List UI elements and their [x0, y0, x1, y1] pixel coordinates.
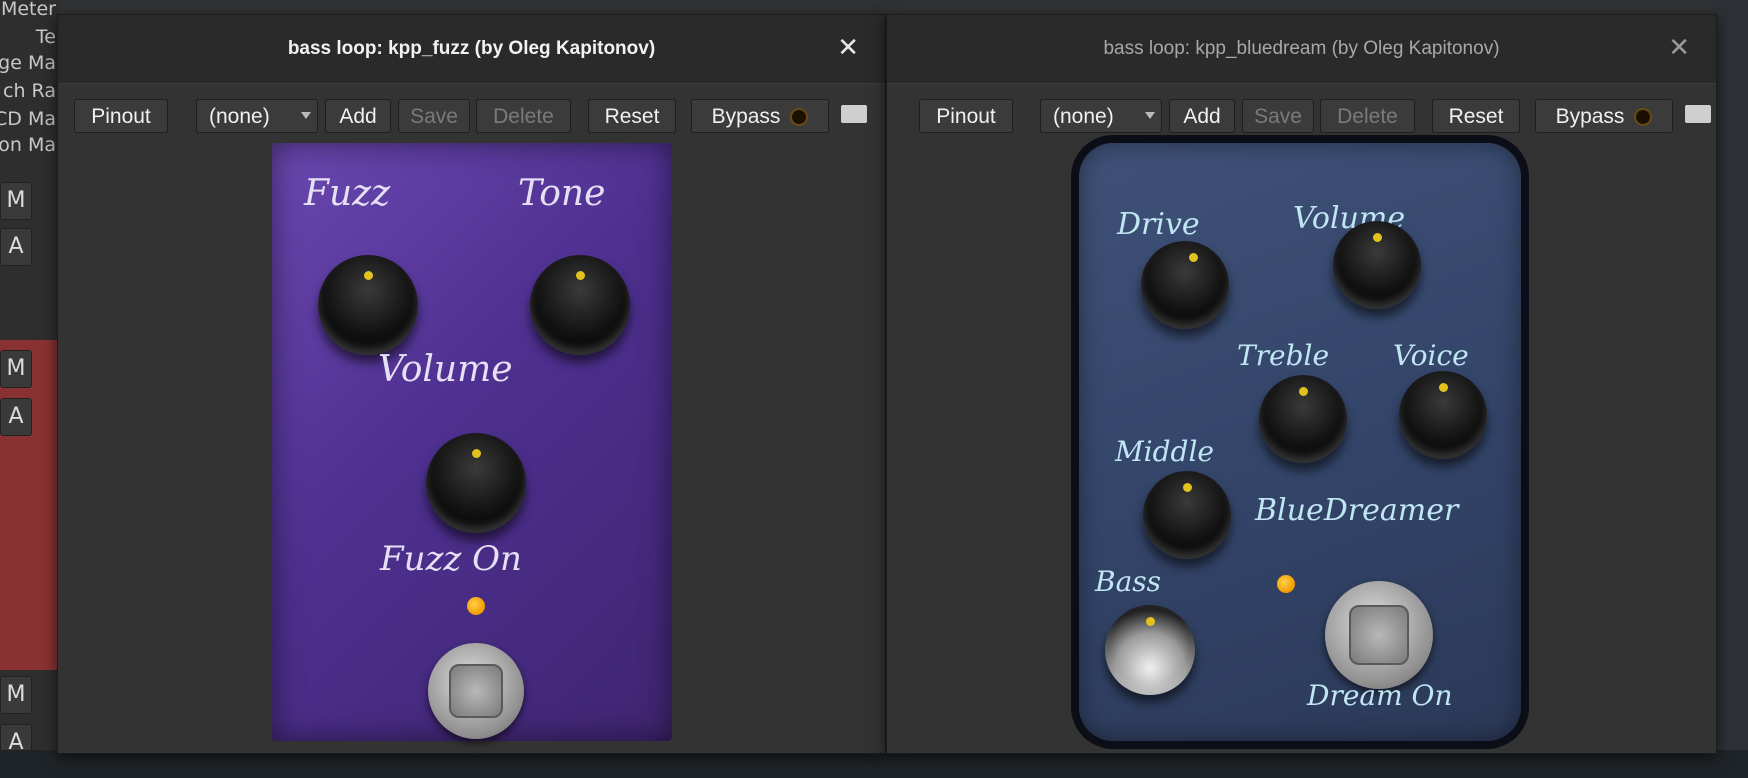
daw-waveform-area: [1712, 0, 1748, 778]
preset-dropdown[interactable]: (none): [1040, 99, 1162, 133]
reset-button[interactable]: Reset: [1432, 99, 1520, 133]
volume-label: Volume: [378, 349, 513, 390]
fuzz-pedal: Fuzz Tone Volume Fuzz On: [272, 143, 672, 741]
save-preset-button[interactable]: Save: [1242, 99, 1314, 133]
save-preset-button[interactable]: Save: [398, 99, 470, 133]
mute-button[interactable]: M: [0, 350, 32, 388]
daw-selected-track: [0, 340, 60, 670]
bypass-label: Bypass: [1555, 105, 1625, 128]
mute-button[interactable]: M: [0, 676, 32, 714]
dream-on-led-icon: [1277, 575, 1295, 593]
plugin-window-bluedream: bass loop: kpp_bluedream (by Oleg Kapito…: [886, 14, 1717, 754]
titlebar: bass loop: kpp_fuzz (by Oleg Kapitonov) …: [58, 15, 885, 84]
bluedream-pedal: Drive Volume Treble Voice Middle BlueDre…: [1079, 143, 1521, 741]
dream-on-footswitch[interactable]: [1325, 581, 1433, 689]
pinout-button[interactable]: Pinout: [919, 99, 1013, 133]
bass-label: Bass: [1095, 565, 1162, 598]
bypass-button[interactable]: Bypass: [691, 99, 829, 133]
keyboard-icon[interactable]: [841, 105, 867, 123]
add-preset-button[interactable]: Add: [1169, 99, 1235, 133]
preset-dropdown[interactable]: (none): [196, 99, 318, 133]
voice-label: Voice: [1393, 339, 1469, 372]
bg-label: ge Ma: [0, 52, 56, 74]
preset-dropdown-value: (none): [1053, 105, 1114, 128]
fuzz-on-led-icon: [467, 597, 485, 615]
bg-label: on Ma: [0, 134, 56, 156]
delete-preset-button[interactable]: Delete: [476, 99, 571, 133]
drive-knob[interactable]: [1141, 241, 1229, 329]
automation-button[interactable]: A: [0, 398, 32, 436]
bluedreamer-logo: BlueDreamer: [1255, 493, 1459, 528]
bypass-button[interactable]: Bypass: [1535, 99, 1673, 133]
pinout-button[interactable]: Pinout: [74, 99, 168, 133]
bg-label: ch Ra: [3, 80, 56, 102]
bypass-led-icon: [790, 108, 809, 127]
tone-label: Tone: [518, 173, 606, 214]
titlebar: bass loop: kpp_bluedream (by Oleg Kapito…: [887, 15, 1716, 84]
fuzz-footswitch[interactable]: [428, 643, 524, 739]
window-title: bass loop: kpp_fuzz (by Oleg Kapitonov): [287, 38, 656, 59]
automation-button[interactable]: A: [0, 228, 32, 266]
chevron-down-icon: [301, 112, 311, 119]
mute-button[interactable]: M: [0, 182, 32, 220]
delete-preset-button[interactable]: Delete: [1320, 99, 1415, 133]
treble-knob[interactable]: [1259, 375, 1347, 463]
bypass-led-icon: [1634, 108, 1653, 127]
fuzz-label: Fuzz: [304, 173, 391, 214]
middle-label: Middle: [1115, 435, 1214, 468]
fuzz-knob[interactable]: [318, 255, 418, 355]
preset-dropdown-value: (none): [209, 105, 270, 128]
window-title: bass loop: kpp_bluedream (by Oleg Kapito…: [1103, 38, 1500, 59]
bypass-label: Bypass: [711, 105, 781, 128]
bg-label-meter: Meter: [0, 0, 56, 20]
keyboard-icon[interactable]: [1685, 105, 1711, 123]
treble-label: Treble: [1237, 339, 1330, 372]
middle-knob[interactable]: [1143, 471, 1231, 559]
volume-knob[interactable]: [426, 433, 526, 533]
bg-label: Te: [35, 26, 56, 48]
daw-timeline: [0, 750, 1748, 778]
volume-knob[interactable]: [1333, 221, 1421, 309]
fuzz-on-label: Fuzz On: [380, 539, 522, 579]
dream-on-label: Dream On: [1307, 679, 1453, 712]
drive-label: Drive: [1117, 207, 1200, 242]
plugin-window-fuzz: bass loop: kpp_fuzz (by Oleg Kapitonov) …: [57, 14, 886, 754]
tone-knob[interactable]: [530, 255, 630, 355]
close-icon[interactable]: ✕: [1668, 35, 1690, 61]
bg-label: CD Ma: [0, 108, 56, 130]
voice-knob[interactable]: [1399, 371, 1487, 459]
close-icon[interactable]: ✕: [837, 35, 859, 61]
bass-knob[interactable]: [1105, 605, 1195, 695]
add-preset-button[interactable]: Add: [325, 99, 391, 133]
reset-button[interactable]: Reset: [588, 99, 676, 133]
chevron-down-icon: [1145, 112, 1155, 119]
